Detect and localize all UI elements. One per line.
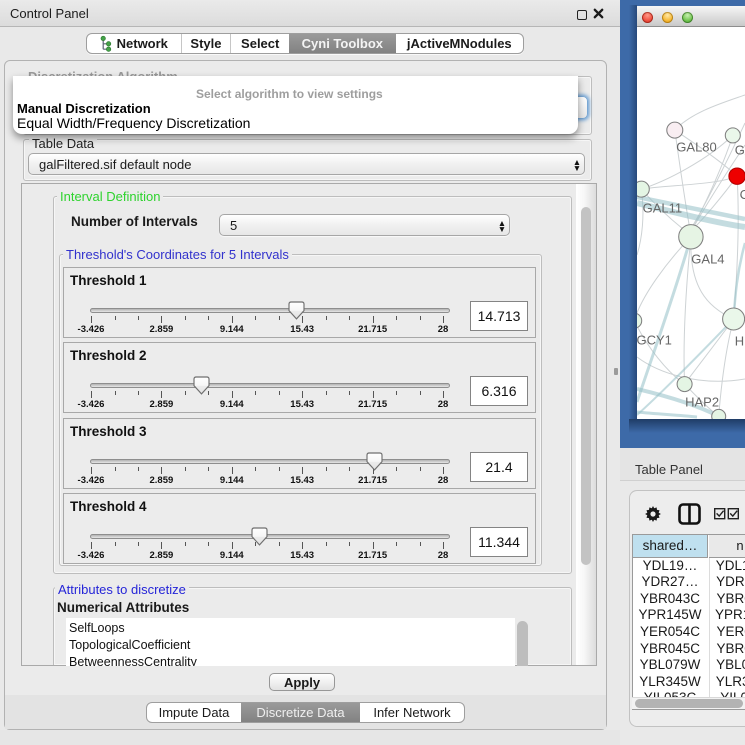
svg-text:H: H: [735, 334, 744, 349]
svg-text:C: C: [740, 187, 745, 202]
svg-text:GAL4: GAL4: [691, 252, 724, 267]
svg-text:HAP2: HAP2: [685, 394, 719, 409]
svg-text:GA: GA: [735, 143, 745, 158]
svg-text:GCY1: GCY1: [637, 332, 672, 347]
svg-text:GAL80: GAL80: [676, 140, 716, 155]
svg-text:GAL11: GAL11: [643, 201, 683, 216]
